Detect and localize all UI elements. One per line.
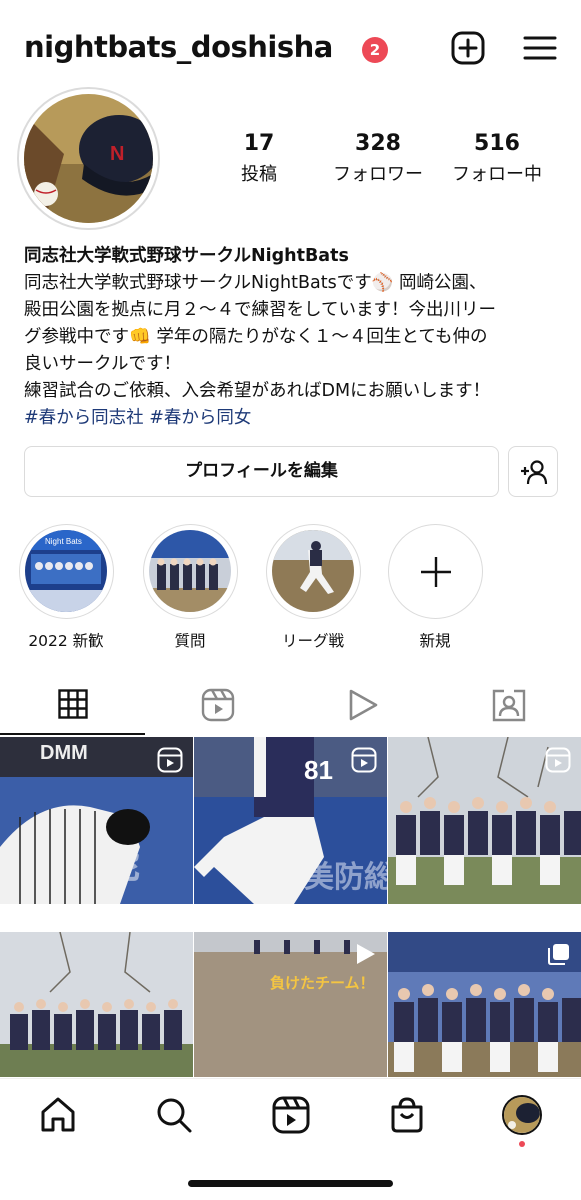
reels-icon (201, 688, 235, 726)
highlight-thumb-text: Night Bats (45, 537, 82, 546)
tab-tagged[interactable] (436, 678, 581, 735)
video-caption: 負けたチーム！ (270, 974, 375, 992)
svg-text:N: N (110, 143, 124, 165)
highlight-thumbnail: Night Bats (24, 530, 107, 612)
profile-display-name: 同志社大学軟式野球サークルNightBats (24, 246, 349, 266)
profile-bio: 同志社大学軟式野球サークルNightBats 同志社大学軟式野球サークルNigh… (24, 243, 564, 432)
profile-avatar[interactable]: N (24, 94, 153, 223)
following-count[interactable]: 516 フォロー中 (442, 131, 552, 186)
stat-label: 投稿 (241, 164, 277, 185)
stat-value: 328 (355, 131, 401, 156)
edit-profile-button[interactable]: プロフィールを編集 (24, 446, 499, 497)
bio-line: 殿田公園を拠点に月２〜４で練習をしています！今出川リー (24, 300, 496, 320)
highlight-shinkan[interactable]: Night Bats 2022 新歓 (16, 524, 116, 651)
reel-icon (351, 747, 377, 777)
profile-username[interactable]: nightbats_doshisha (24, 30, 333, 64)
highlight-thumbnail (148, 530, 231, 612)
bio-hashtags[interactable]: #春から同志社 #春から同女 (24, 405, 564, 432)
highlight-thumbnail (271, 530, 354, 612)
highlight-label: リーグ戦 (281, 632, 344, 650)
jersey-number: 81 (304, 755, 333, 785)
grid-post[interactable] (0, 932, 193, 1077)
banner-text: DMM (40, 742, 88, 764)
highlight-ring (142, 524, 238, 619)
shop-icon[interactable] (387, 1095, 427, 1135)
create-post-icon[interactable] (450, 30, 486, 66)
bio-line: グ参戦中です👊 学年の隔たりがなく１〜４回生とても仲の (24, 327, 488, 347)
grid-post[interactable]: 負けたチーム！ (194, 932, 387, 1077)
grid-icon (57, 688, 88, 723)
reel-icon (157, 747, 183, 777)
stat-value: 17 (243, 131, 275, 156)
highlight-label: 質問 (174, 632, 206, 650)
tab-videos[interactable] (290, 678, 435, 735)
stat-value: 516 (474, 131, 520, 156)
highlight-label: 2022 新歓 (28, 632, 104, 650)
top-bar: nightbats_doshisha 2 (0, 0, 581, 100)
highlight-ring: Night Bats (18, 524, 114, 619)
tab-posts-grid[interactable] (0, 678, 145, 735)
home-icon[interactable] (38, 1095, 78, 1135)
highlight-label: 新規 (419, 632, 451, 650)
video-icon (353, 942, 377, 970)
highlight-league[interactable]: リーグ戦 (263, 524, 363, 651)
bio-line: 練習試合のご依頼、入会希望があればDMにお願いします！ (24, 381, 491, 401)
notification-badge[interactable]: 2 (362, 37, 388, 63)
highlight-ring (265, 524, 361, 619)
stat-label: フォロワー (333, 164, 423, 185)
add-person-icon (520, 459, 548, 489)
carousel-icon (547, 942, 571, 970)
home-indicator (188, 1180, 393, 1187)
followers-count[interactable]: 328 フォロワー (323, 131, 433, 186)
plus-icon (419, 555, 453, 593)
search-icon[interactable] (154, 1095, 194, 1135)
reels-nav-icon[interactable] (271, 1095, 311, 1135)
posts-grid: DMM 能 美防総 81 (0, 737, 581, 1077)
grid-post[interactable] (388, 737, 581, 904)
reel-icon (545, 747, 571, 777)
bio-line: 良いサークルです！ (24, 354, 181, 374)
grid-post[interactable] (388, 932, 581, 1077)
profile-avatar-nav[interactable] (502, 1095, 542, 1135)
menu-icon[interactable] (522, 30, 558, 66)
discover-people-button[interactable] (508, 446, 558, 497)
bio-line: 同志社大学軟式野球サークルNightBatsです⚾ 岡崎公園、 (24, 273, 487, 293)
play-icon (347, 688, 379, 726)
highlight-new[interactable]: 新規 (385, 524, 485, 651)
profile-tabs (0, 678, 581, 735)
grid-post[interactable]: 美防総 81 (194, 737, 387, 904)
grid-post[interactable]: DMM 能 (0, 737, 193, 904)
highlight-questions[interactable]: 質問 (140, 524, 240, 651)
tagged-user-icon (492, 688, 526, 726)
tab-reels[interactable] (145, 678, 290, 735)
highlight-ring (387, 524, 483, 619)
stat-label: フォロー中 (452, 164, 542, 185)
posts-count[interactable]: 17 投稿 (204, 131, 314, 186)
notification-dot (519, 1141, 525, 1147)
